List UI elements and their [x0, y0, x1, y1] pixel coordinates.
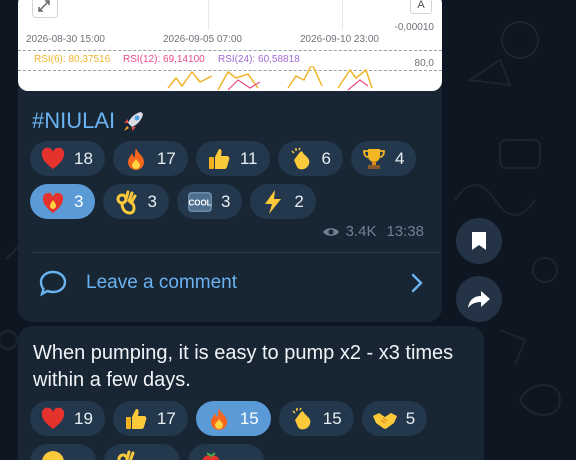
- reaction-count: 15: [322, 408, 342, 428]
- emoji-face-icon: [42, 450, 64, 460]
- reaction-thumbs-up[interactable]: 17: [112, 401, 188, 436]
- reaction-count: 15: [239, 408, 259, 428]
- reaction-trophy[interactable]: 4: [350, 141, 417, 176]
- reaction-count: 19: [74, 408, 93, 428]
- post-hashtag[interactable]: #NIULAI: [32, 108, 147, 134]
- fire-icon: [127, 147, 144, 170]
- reaction-count: 17: [156, 148, 176, 168]
- reaction-partial-2[interactable]: [104, 444, 180, 460]
- fire-icon: [210, 407, 227, 430]
- chevron-right-icon: [411, 273, 423, 293]
- y-axis-value-top: -0,00010: [394, 22, 434, 33]
- reaction-count: 11: [239, 148, 258, 168]
- reaction-ok-hand[interactable]: 3: [103, 184, 169, 219]
- reactions-row-2: 3 3 COOL 3 2: [30, 184, 316, 219]
- post-meta: 3.4K 13:38: [322, 223, 424, 240]
- reaction-heart[interactable]: 19: [30, 401, 105, 436]
- reaction-heart[interactable]: 18: [30, 141, 105, 176]
- view-count: 3.4K: [345, 223, 377, 240]
- message-text: When pumping, it is easy to pump x2 - x3…: [33, 342, 454, 391]
- reaction-handshake[interactable]: 5: [361, 401, 428, 436]
- heart-icon: [41, 407, 65, 429]
- reaction-lightning[interactable]: 2: [250, 184, 316, 219]
- reaction-count: 18: [74, 148, 93, 168]
- reactions-row-2-partial: [30, 444, 264, 460]
- cool-icon: COOL: [187, 191, 212, 212]
- heart-icon: [41, 147, 65, 169]
- thumbs-up-icon: [208, 148, 230, 169]
- strawberry-icon: [202, 451, 220, 460]
- thumbs-up-icon: [125, 408, 147, 429]
- bookmark-icon: [472, 232, 486, 250]
- ok-hand-icon: [117, 450, 135, 460]
- reaction-clap[interactable]: 15: [278, 401, 354, 436]
- channel-post-1: A -0,00010 2026-08-30 15:00 2026-09-05 0…: [18, 0, 442, 322]
- comment-divider: [32, 252, 440, 253]
- expand-icon: [38, 0, 50, 12]
- reaction-count: 3: [220, 191, 231, 211]
- channel-post-2: When pumping, it is easy to pump x2 - x3…: [18, 326, 484, 460]
- reaction-thumbs-up[interactable]: 11: [195, 141, 270, 176]
- reaction-heart-on-fire[interactable]: 3: [30, 184, 96, 219]
- trophy-icon: [363, 148, 385, 169]
- lightning-icon: [265, 189, 282, 214]
- expand-chart-button[interactable]: [32, 0, 58, 18]
- reaction-cool[interactable]: COOL 3: [176, 184, 243, 219]
- handshake-icon: [372, 412, 397, 429]
- reaction-count: 3: [74, 191, 84, 211]
- reaction-count: 4: [394, 148, 405, 168]
- reaction-count: 3: [147, 191, 157, 211]
- chart-image[interactable]: A -0,00010 2026-08-30 15:00 2026-09-05 0…: [18, 0, 442, 91]
- clap-icon: [292, 407, 311, 429]
- rsi24-label: RSI(24): 60,58818: [218, 54, 300, 65]
- bookmark-button[interactable]: [456, 218, 502, 264]
- eye-icon: [322, 227, 339, 236]
- reactions-row-1: 19 17 15 15 5: [30, 401, 428, 436]
- cool-badge-text: COOL: [188, 198, 211, 207]
- x-tick-3: 2026-09-10 23:00: [300, 34, 379, 45]
- reaction-count: 17: [156, 408, 176, 428]
- ok-hand-icon: [116, 190, 137, 215]
- reaction-partial-1[interactable]: [30, 444, 96, 460]
- comment-label: Leave a comment: [86, 272, 238, 293]
- post-time: 13:38: [386, 223, 424, 240]
- comment-bubble-icon: [39, 270, 67, 297]
- rsi6-label: RSI(6): 80,37516: [34, 54, 111, 65]
- x-tick-2: 2026-09-05 07:00: [163, 34, 242, 45]
- hashtag-text[interactable]: #NIULAI: [32, 108, 115, 134]
- reaction-count: 5: [405, 408, 416, 428]
- reaction-count: 2: [294, 191, 304, 211]
- reaction-clap[interactable]: 6: [277, 141, 343, 176]
- leave-comment-button[interactable]: Leave a comment: [38, 268, 424, 298]
- x-tick-1: 2026-08-30 15:00: [26, 34, 105, 45]
- clap-icon: [290, 147, 309, 169]
- chart-a-marker: A: [410, 0, 432, 14]
- heart-on-fire-icon: [42, 189, 64, 213]
- reaction-count: 6: [321, 148, 331, 168]
- forward-button[interactable]: [456, 276, 502, 322]
- reaction-fire[interactable]: 17: [112, 141, 188, 176]
- reaction-fire[interactable]: 15: [195, 401, 271, 436]
- reaction-partial-3[interactable]: [188, 444, 264, 460]
- reactions-row-1: 18 17 11 6 4: [30, 141, 417, 176]
- rsi-lines: [167, 66, 373, 91]
- rsi12-label: RSI(12): 69,14100: [123, 54, 205, 65]
- share-arrow-icon: [468, 291, 490, 308]
- rocket-icon: [124, 112, 144, 131]
